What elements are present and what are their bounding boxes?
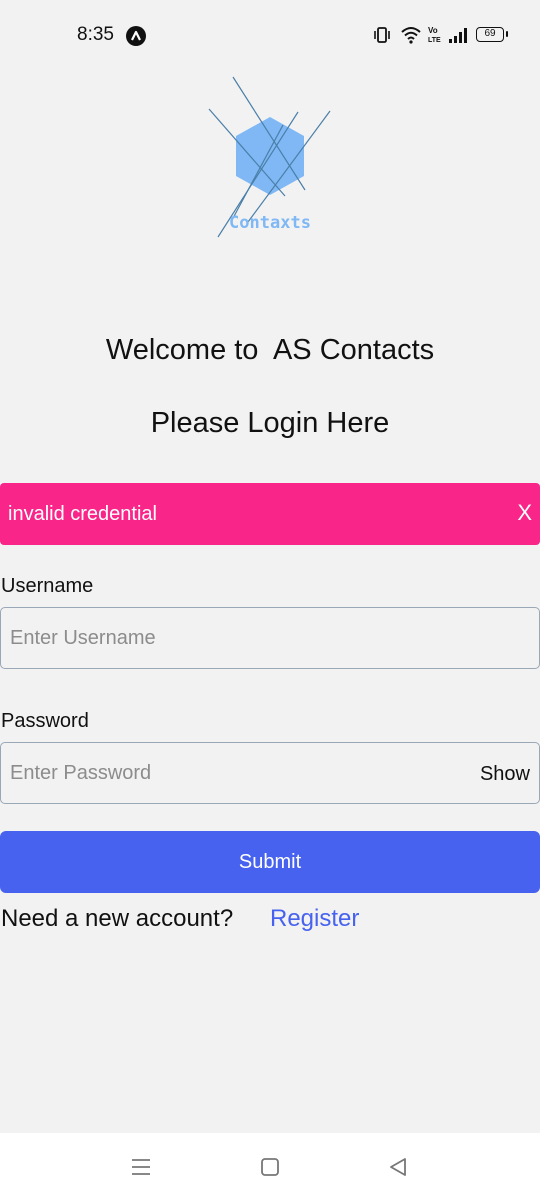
status-icons: Vo LTE 69 xyxy=(372,25,512,47)
register-prompt: Need a new account? xyxy=(1,905,234,932)
wifi-icon xyxy=(401,27,421,44)
status-bar: 8:35 Vo LTE 69 xyxy=(0,0,540,72)
back-icon[interactable] xyxy=(388,1157,408,1177)
error-alert: invalid credential X xyxy=(0,483,540,545)
alert-close-button[interactable]: X xyxy=(517,500,532,526)
vibrate-icon xyxy=(374,27,390,43)
app-notification-icon xyxy=(126,26,146,46)
status-time: 8:35 xyxy=(77,24,114,45)
menu-icon[interactable] xyxy=(130,1157,152,1177)
username-input[interactable] xyxy=(10,608,440,668)
login-heading: Please Login Here xyxy=(150,407,390,439)
username-label: Username xyxy=(1,575,94,597)
app-logo: Contaxts xyxy=(208,76,331,238)
volte-icon: Vo LTE xyxy=(428,26,441,44)
system-nav-bar xyxy=(0,1133,540,1200)
show-password-toggle[interactable]: Show xyxy=(480,763,530,786)
password-label: Password xyxy=(1,710,89,732)
svg-text:LTE: LTE xyxy=(428,37,441,44)
home-icon[interactable] xyxy=(260,1157,280,1177)
welcome-title: Welcome to AS Contacts xyxy=(105,334,435,366)
submit-button[interactable]: Submit xyxy=(0,831,540,893)
signal-icon xyxy=(449,28,467,43)
password-field-wrapper: Show xyxy=(0,742,540,804)
battery-icon: 69 xyxy=(476,27,508,42)
alert-message: invalid credential xyxy=(8,503,157,525)
password-input[interactable] xyxy=(10,743,440,803)
register-link[interactable]: Register xyxy=(270,905,359,933)
username-field-wrapper xyxy=(0,607,540,669)
login-screen: 8:35 Vo LTE 69 Contaxts Welcome to AS Co… xyxy=(0,0,540,1200)
svg-text:Vo: Vo xyxy=(428,26,438,35)
logo-text: Contaxts xyxy=(229,213,311,233)
